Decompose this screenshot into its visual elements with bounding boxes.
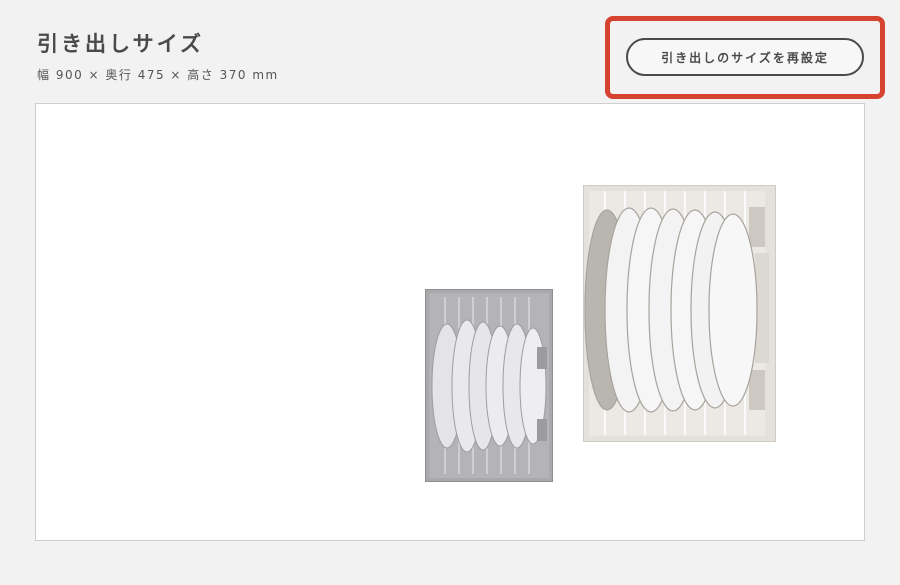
drawer-canvas [35, 103, 865, 541]
plate-rack-large-image [583, 185, 776, 442]
plate-rack-large[interactable] [583, 185, 776, 442]
page-title: 引き出しサイズ [37, 32, 204, 56]
reset-drawer-size-button[interactable]: 引き出しのサイズを再設定 [626, 38, 864, 76]
plate-rack-small-image [425, 289, 553, 482]
drawer-dimensions: 幅 900 × 奥行 475 × 高さ 370 mm [37, 68, 279, 82]
plate-rack-small[interactable] [425, 289, 553, 482]
